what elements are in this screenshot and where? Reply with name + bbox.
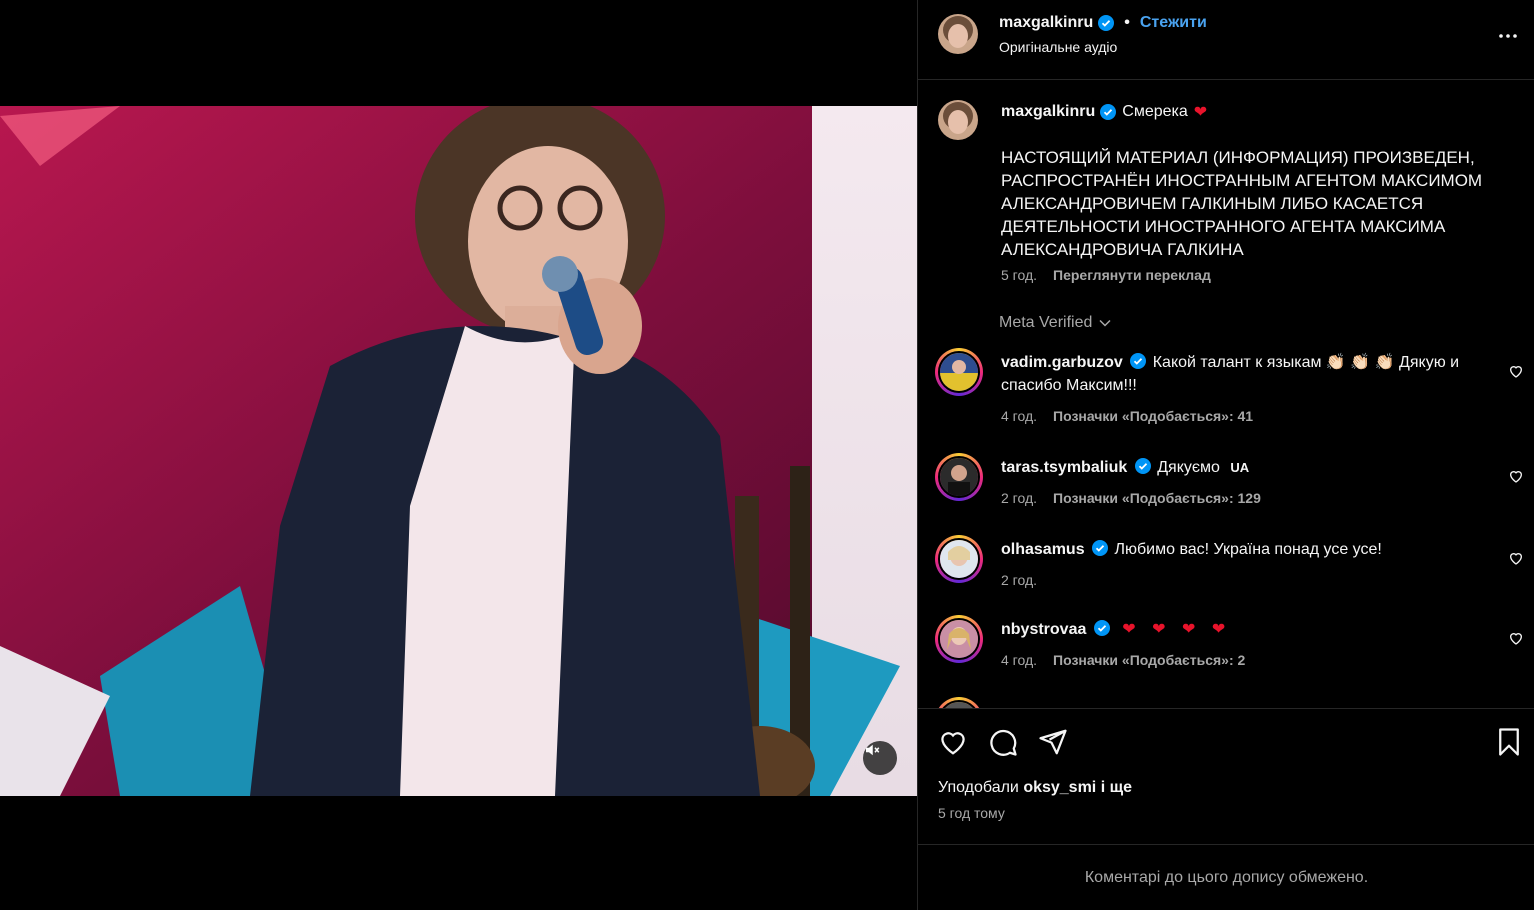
comment-meta: 2 год. Позначки «Подобається»: 129: [1001, 490, 1261, 506]
comment-text: Дякуємо: [1157, 459, 1220, 476]
caption-body: НАСТОЯЩИЙ МАТЕРИАЛ (ИНФОРМАЦИЯ) ПРОИЗВЕД…: [1001, 148, 1483, 259]
comment-meta: 4 год. Позначки «Подобається»: 41: [1001, 408, 1253, 424]
post-header: maxgalkinru • Стежити Оригінальне аудіо: [918, 0, 1534, 80]
post-timestamp[interactable]: 5 год тому: [938, 805, 1005, 821]
mute-icon: [866, 744, 880, 756]
caption-author-avatar[interactable]: [938, 100, 978, 140]
comments-limited-notice: Коментарі до цього допису обмежено.: [918, 844, 1534, 910]
comment-username[interactable]: taras.tsymbaliuk: [1001, 459, 1127, 476]
comment-text: ❤ ❤ ❤ ❤: [1122, 621, 1232, 638]
comment-avatar[interactable]: [935, 453, 983, 501]
comment-text: Любимо вас! Україна понад усе усе!: [1114, 541, 1382, 558]
likes-user[interactable]: oksy_smi: [1023, 779, 1096, 796]
comment-avatar[interactable]: [935, 697, 983, 708]
post-actions: Уподобали oksy_smi і ще 5 год тому: [918, 708, 1534, 844]
bookmark-icon[interactable]: [1494, 727, 1524, 757]
audio-label[interactable]: Оригінальне аудіо: [999, 39, 1117, 55]
meta-verified-label: Meta Verified: [999, 314, 1093, 331]
comment-likes[interactable]: Позначки «Подобається»: 2: [1053, 652, 1245, 668]
comment-avatar[interactable]: [935, 615, 983, 663]
caption-meta: 5 год. Переглянути переклад: [1001, 267, 1211, 283]
red-heart-emoji: ❤: [1193, 104, 1208, 121]
comment-time[interactable]: 4 год.: [1001, 408, 1037, 424]
meta-verified-toggle[interactable]: Meta Verified: [999, 314, 1112, 332]
share-icon[interactable]: [1038, 727, 1068, 757]
comment-time[interactable]: 4 год.: [1001, 652, 1037, 668]
post-side-panel: maxgalkinru • Стежити Оригінальне аудіо: [917, 0, 1534, 910]
more-options-icon[interactable]: [1496, 24, 1520, 48]
heart-outline-icon[interactable]: [1508, 363, 1524, 379]
author-username[interactable]: maxgalkinru: [999, 14, 1093, 32]
likes-summary: Уподобали oksy_smi і ще: [938, 779, 1132, 797]
verified-badge-icon: [1092, 540, 1109, 556]
video-frame: [0, 106, 917, 796]
verified-badge-icon: [1100, 104, 1117, 120]
verified-badge-icon: [1093, 620, 1110, 636]
caption-header: maxgalkinru Смерека ❤: [1001, 102, 1207, 122]
comment-username[interactable]: olhasamus: [1001, 541, 1085, 558]
chevron-down-icon: [1099, 319, 1111, 327]
verified-badge-icon: [1130, 353, 1147, 369]
comment-username[interactable]: nbystrovaa: [1001, 621, 1086, 638]
heart-outline-icon[interactable]: [1508, 630, 1524, 646]
heart-outline-icon[interactable]: [1508, 468, 1524, 484]
comment-likes[interactable]: Позначки «Подобається»: 41: [1053, 408, 1253, 424]
comment-username[interactable]: vadim.garbuzov: [1001, 354, 1123, 371]
follow-button[interactable]: Стежити: [1140, 14, 1207, 32]
heart-outline-icon[interactable]: [1508, 550, 1524, 566]
see-translation-link[interactable]: Переглянути переклад: [1053, 267, 1211, 283]
verified-badge-icon: [1134, 458, 1151, 474]
comment-time[interactable]: 2 год.: [1001, 490, 1037, 506]
ua-flag: UA: [1230, 460, 1250, 475]
caption-text: Смерека: [1122, 103, 1188, 120]
post-media: [0, 0, 917, 910]
comment-likes[interactable]: Позначки «Подобається»: 129: [1053, 490, 1261, 506]
comment-avatar[interactable]: [935, 348, 983, 396]
comment-time[interactable]: 2 год.: [1001, 572, 1037, 588]
author-avatar[interactable]: [938, 14, 978, 54]
video-player[interactable]: [0, 106, 917, 796]
header-separator: •: [1124, 14, 1130, 31]
comments-scroll-area[interactable]: maxgalkinru Смерека ❤ НАСТОЯЩИЙ МАТЕРИАЛ…: [918, 80, 1534, 708]
comment-avatar[interactable]: [935, 535, 983, 583]
likes-others[interactable]: і ще: [1101, 779, 1132, 796]
likes-prefix: Уподобали: [938, 779, 1019, 796]
comment-meta: 4 год. Позначки «Подобається»: 2: [1001, 652, 1245, 668]
heart-outline-icon[interactable]: [938, 727, 968, 757]
mute-toggle-button[interactable]: [863, 741, 897, 775]
comment-meta: 2 год.: [1001, 572, 1053, 588]
verified-badge-icon: [1098, 15, 1115, 31]
caption-username[interactable]: maxgalkinru: [1001, 103, 1095, 121]
caption-time[interactable]: 5 год.: [1001, 267, 1037, 283]
comment-icon[interactable]: [988, 727, 1018, 757]
